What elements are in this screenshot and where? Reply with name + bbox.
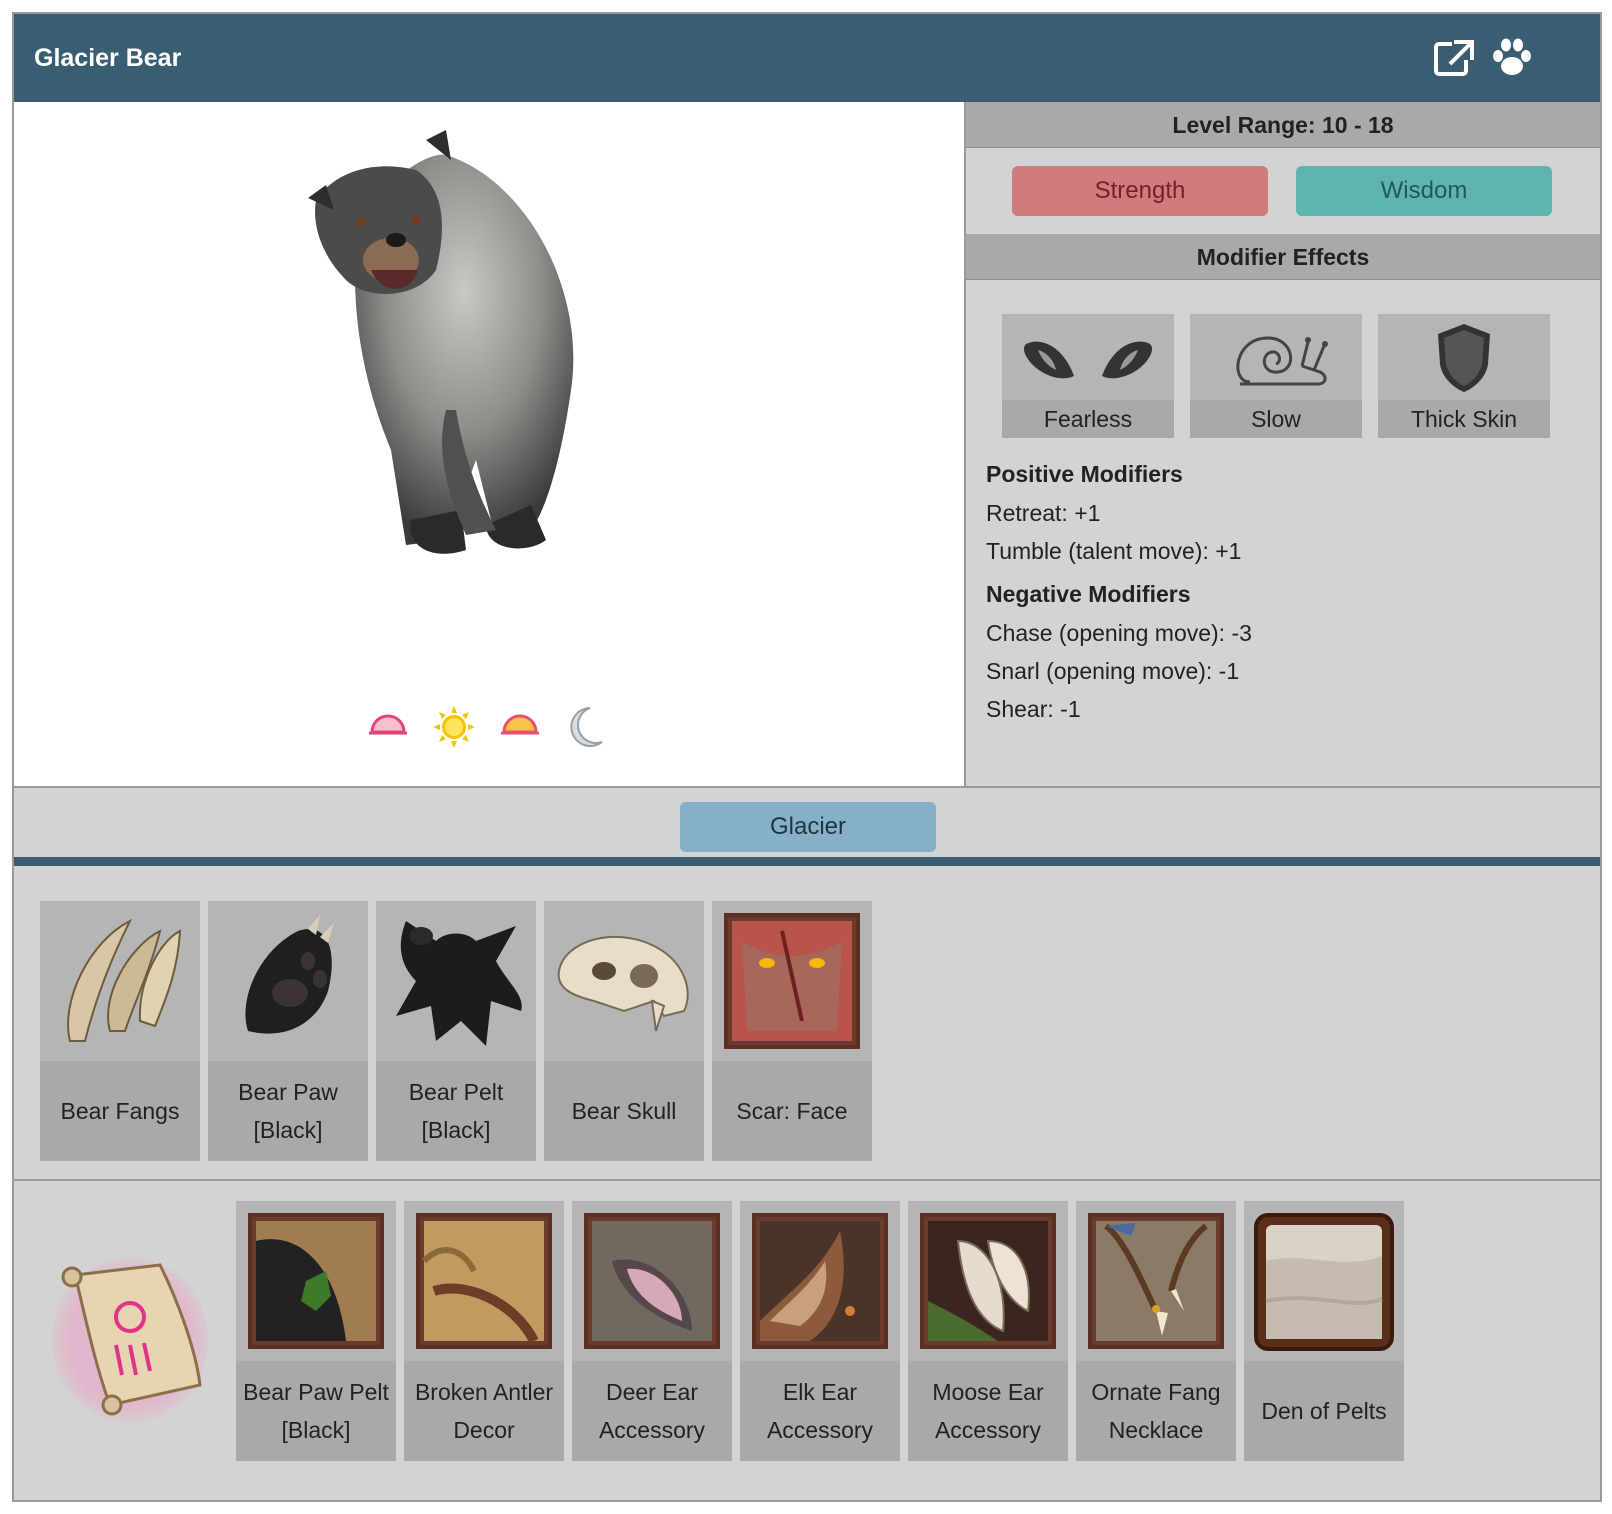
antler-icon: [404, 1201, 564, 1361]
drop-item[interactable]: Bear Paw [Black]: [208, 901, 368, 1161]
positive-modifier-line: Tumble (talent move): +1: [986, 538, 1242, 564]
unlock-item[interactable]: Elk Ear Accessory: [740, 1201, 900, 1461]
dusk-icon: [498, 702, 542, 752]
creature-title: Glacier Bear: [34, 44, 182, 72]
modifier-slow[interactable]: Slow: [1190, 314, 1362, 438]
positive-modifiers-heading: Positive Modifiers: [986, 461, 1183, 487]
den-icon: [1244, 1201, 1404, 1361]
bear-image: [308, 130, 574, 554]
negative-modifier-line: Chase (opening move): -3: [986, 620, 1252, 646]
negative-modifier-line: Snarl (opening move): -1: [986, 658, 1240, 684]
modifier-label: Slow: [1190, 400, 1362, 438]
modifier-effects-heading: Modifier Effects: [966, 234, 1600, 280]
item-label: Deer Ear Accessory: [572, 1361, 732, 1461]
skull-icon: [544, 901, 704, 1061]
modifier-label: Fearless: [1002, 400, 1174, 438]
unlock-item[interactable]: Moose Ear Accessory: [908, 1201, 1068, 1461]
shield-icon: [1378, 314, 1550, 400]
title-bar: Glacier Bear: [14, 14, 1600, 102]
eyes-icon: [1002, 314, 1174, 400]
drops-row: Bear Fangs Bear Paw [Black] Bear Pelt [B…: [14, 875, 1600, 1181]
night-icon: [564, 702, 608, 752]
level-range: Level Range: 10 - 18: [966, 102, 1600, 148]
item-label: Bear Paw [Black]: [208, 1061, 368, 1161]
item-label: Bear Paw Pelt [Black]: [236, 1361, 396, 1461]
drop-item[interactable]: Bear Pelt [Black]: [376, 901, 536, 1161]
negative-modifiers-heading: Negative Modifiers: [986, 581, 1191, 607]
drop-item[interactable]: Scar: Face: [712, 901, 872, 1161]
scar-icon: [712, 901, 872, 1061]
modifier-details: Positive Modifiers Retreat: +1 Tumble (t…: [986, 454, 1586, 728]
item-label: Broken Antler Decor: [404, 1361, 564, 1461]
item-label: Bear Skull: [544, 1061, 704, 1161]
positive-modifier-line: Retreat: +1: [986, 500, 1101, 526]
unlock-item[interactable]: Deer Ear Accessory: [572, 1201, 732, 1461]
item-label: Scar: Face: [712, 1061, 872, 1161]
creature-card: Glacier Bear Level Range: 10 - 18 Streng…: [12, 12, 1602, 1502]
item-label: Ornate Fang Necklace: [1076, 1361, 1236, 1461]
day-icon: [432, 702, 476, 752]
necklace-icon: [1076, 1201, 1236, 1361]
item-label: Elk Ear Accessory: [740, 1361, 900, 1461]
drop-item[interactable]: Bear Skull: [544, 901, 704, 1161]
modifier-thick-skin[interactable]: Thick Skin: [1378, 314, 1550, 438]
unlock-item[interactable]: Ornate Fang Necklace: [1076, 1201, 1236, 1461]
strength-stat-button[interactable]: Strength: [1012, 166, 1268, 216]
wisdom-stat-button[interactable]: Wisdom: [1296, 166, 1552, 216]
paw-item-icon: [208, 901, 368, 1061]
item-label: Den of Pelts: [1244, 1361, 1404, 1461]
unlock-item[interactable]: Den of Pelts: [1244, 1201, 1404, 1461]
item-label: Bear Pelt [Black]: [376, 1061, 536, 1161]
deer-ear-icon: [572, 1201, 732, 1361]
item-label: Bear Fangs: [40, 1061, 200, 1161]
modifier-label: Thick Skin: [1378, 400, 1550, 438]
item-label: Moose Ear Accessory: [908, 1361, 1068, 1461]
negative-modifier-line: Shear: -1: [986, 696, 1081, 722]
snail-icon: [1190, 314, 1362, 400]
unlock-item[interactable]: Broken Antler Decor: [404, 1201, 564, 1461]
unlock-item[interactable]: Bear Paw Pelt [Black]: [236, 1201, 396, 1461]
elk-ear-icon: [740, 1201, 900, 1361]
biome-button[interactable]: Glacier: [680, 802, 936, 852]
modifier-fearless[interactable]: Fearless: [1002, 314, 1174, 438]
moose-ear-icon: [908, 1201, 1068, 1361]
fangs-icon: [40, 901, 200, 1061]
scroll-icon: [50, 1255, 210, 1425]
paw-icon[interactable]: [1490, 36, 1534, 80]
pelt-icon: [376, 901, 536, 1061]
external-link-icon[interactable]: [1432, 36, 1476, 80]
paw-pelt-icon: [236, 1201, 396, 1361]
unlocks-row: Bear Paw Pelt [Black] Broken Antler Deco…: [14, 1183, 1600, 1500]
stats-panel: Level Range: 10 - 18 Strength Wisdom Mod…: [966, 102, 1600, 788]
biome-bar: Glacier: [14, 790, 1600, 866]
creature-image-panel: [14, 102, 966, 788]
drop-item[interactable]: Bear Fangs: [40, 901, 200, 1161]
dawn-icon: [366, 702, 410, 752]
